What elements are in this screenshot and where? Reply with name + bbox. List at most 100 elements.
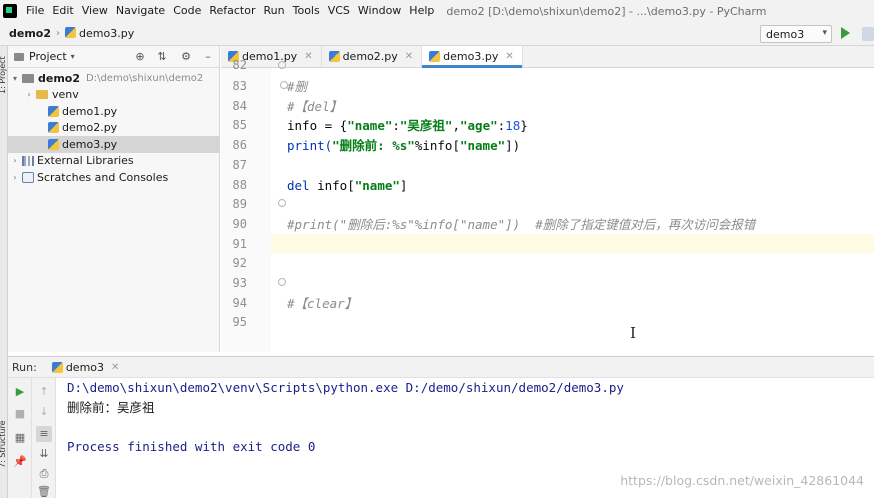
menu-run[interactable]: Run xyxy=(260,0,289,22)
code-line[interactable]: #【clear】 xyxy=(287,294,357,313)
collapse-all-icon[interactable]: ⇅ xyxy=(156,51,168,63)
menu-navigate[interactable]: Navigate xyxy=(112,0,169,22)
code-line[interactable]: info = {"name":"吴彦祖","age":18} xyxy=(287,116,528,135)
code-token: "name" xyxy=(459,138,506,154)
breadcrumb-separator-icon: › xyxy=(56,28,61,39)
left-tool-stripe: 1: Project 7: Structure xyxy=(0,46,8,498)
tree-item[interactable]: ▾ demo2 D:\demo\shixun\demo2 xyxy=(8,70,219,87)
tree-item[interactable]: demo3.py xyxy=(8,136,219,153)
console-line: D:\demo\shixun\demo2\venv\Scripts\python… xyxy=(67,380,624,395)
fold-marker-icon[interactable] xyxy=(278,277,286,286)
tree-item[interactable]: demo1.py xyxy=(8,103,219,120)
soft-wrap-icon[interactable]: ≡ xyxy=(36,426,52,442)
code-token: "age" xyxy=(460,118,498,134)
menu-vcs[interactable]: VCS xyxy=(324,0,354,22)
python-file-icon xyxy=(65,27,77,38)
editor-tab[interactable]: demo3.py ✕ xyxy=(422,46,523,68)
code-editor: demo1.py ✕ demo2.py ✕ demo3.py ✕ 82 83 84 85 86 87… xyxy=(221,46,874,352)
menu-edit[interactable]: Edit xyxy=(48,0,77,22)
run-tab[interactable]: demo3 ✕ xyxy=(47,361,125,374)
close-icon[interactable]: ✕ xyxy=(405,51,413,62)
close-icon[interactable]: ✕ xyxy=(304,51,312,62)
arrow-up-icon[interactable]: ↑ xyxy=(36,384,52,400)
code-token: %info[ xyxy=(414,138,460,154)
menu-view[interactable]: View xyxy=(78,0,112,22)
code-token: ] xyxy=(399,177,408,193)
breadcrumb-file[interactable]: demo3.py xyxy=(62,27,137,40)
menu-file[interactable]: File xyxy=(22,0,48,22)
editor-tab-bar: demo1.py ✕ demo2.py ✕ demo3.py ✕ xyxy=(221,46,874,68)
editor-tab-label: demo3.py xyxy=(443,50,499,63)
line-number: 95 xyxy=(232,315,247,330)
code-area[interactable]: #删 #【del】 info = {"name":"吴彦祖","age":18} pr… xyxy=(271,68,874,352)
console-line: 删除前：吴彦祖 xyxy=(67,399,155,415)
menu-help[interactable]: Help xyxy=(405,0,438,22)
project-panel-title[interactable]: Project xyxy=(29,50,67,63)
code-line[interactable]: del info["name"] xyxy=(287,176,407,195)
locate-target-icon[interactable]: ⊕ xyxy=(134,51,146,63)
code-token: "吴彦祖" xyxy=(399,118,453,134)
fold-marker-icon[interactable] xyxy=(278,61,286,69)
arrow-down-icon[interactable]: ↓ xyxy=(36,404,52,420)
menu-window[interactable]: Window xyxy=(354,0,405,22)
tree-item[interactable]: demo2.py xyxy=(8,120,219,137)
tree-item-label: venv xyxy=(52,88,79,102)
tree-item-label: demo2 xyxy=(38,71,81,85)
close-icon[interactable]: ✕ xyxy=(111,362,119,373)
code-line[interactable]: print("删除前: %s"%info["name"]) xyxy=(287,136,520,155)
run-play-icon[interactable] xyxy=(841,27,850,39)
code-line[interactable]: #print("删除后:%s"%info["name"]) #删除了指定键值对后… xyxy=(287,215,755,234)
code-token: #【clear】 xyxy=(287,295,358,311)
python-file-icon xyxy=(328,51,340,62)
stop-icon[interactable]: ■ xyxy=(12,406,28,422)
scroll-to-end-icon[interactable]: ⇊ xyxy=(36,446,52,462)
code-token: , xyxy=(452,118,460,134)
tree-item[interactable]: › venv xyxy=(8,87,219,104)
chevron-down-icon: ▾ xyxy=(822,28,827,38)
folder-icon xyxy=(36,90,48,100)
menu-refactor[interactable]: Refactor xyxy=(205,0,259,22)
pin-icon[interactable]: 📌 xyxy=(12,454,28,470)
gear-icon[interactable]: ⚙ xyxy=(180,51,192,63)
chevron-down-icon[interactable]: ▾ xyxy=(71,52,75,61)
tree-toggle-icon[interactable]: › xyxy=(10,156,20,165)
run-panel-label: Run: xyxy=(12,360,37,374)
code-token: } xyxy=(520,118,528,134)
breadcrumb-file-label: demo3.py xyxy=(79,27,135,40)
tree-item-label: demo1.py xyxy=(62,104,118,118)
line-number-gutter: 82 83 84 85 86 87 88 89 90 91 92 93 94 95 xyxy=(221,58,271,352)
project-panel: Project ▾ ⊕ ⇅ ⚙ – ▾ demo2 D:\demo\shixun\d… xyxy=(8,46,220,352)
breadcrumb-project[interactable]: demo2 xyxy=(6,27,54,40)
tree-item[interactable]: › Scratches and Consoles xyxy=(8,169,219,186)
pycharm-logo-icon xyxy=(3,4,17,18)
fold-marker-icon[interactable] xyxy=(278,198,286,207)
hide-panel-icon[interactable]: – xyxy=(202,51,214,63)
close-icon[interactable]: ✕ xyxy=(505,51,513,62)
code-line[interactable]: #【del】 xyxy=(287,97,342,116)
code-token: info[ xyxy=(317,177,355,193)
tree-toggle-icon[interactable]: › xyxy=(24,90,34,99)
tree-item[interactable]: › External Libraries xyxy=(8,153,219,170)
scratches-icon xyxy=(22,171,34,183)
line-number: 85 xyxy=(232,118,247,133)
run-configuration-dropdown[interactable]: demo3 ▾ xyxy=(760,25,832,43)
tree-toggle-icon[interactable]: ▾ xyxy=(10,74,20,83)
fold-marker-icon[interactable] xyxy=(280,80,288,89)
rerun-icon[interactable]: ▶ xyxy=(12,384,28,400)
print-icon[interactable]: ⎙ xyxy=(36,466,52,482)
editor-tab[interactable]: demo2.py ✕ xyxy=(322,46,423,67)
line-number: 91 xyxy=(232,236,247,251)
menu-tools[interactable]: Tools xyxy=(289,0,324,22)
line-number: 93 xyxy=(232,276,247,290)
window-title: demo2 [D:\demo\shixun\demo2] - ...\demo3… xyxy=(446,4,767,18)
project-panel-header: Project ▾ ⊕ ⇅ ⚙ – xyxy=(8,46,219,68)
code-line[interactable]: #删 xyxy=(287,77,307,96)
tree-toggle-icon[interactable]: › xyxy=(10,173,20,182)
editor-tab-label: demo1.py xyxy=(242,50,298,63)
python-file-icon xyxy=(48,138,59,150)
debug-icon[interactable] xyxy=(862,27,874,41)
line-number: 90 xyxy=(232,216,247,231)
layout-icon[interactable]: ▦ xyxy=(12,430,28,446)
menu-code[interactable]: Code xyxy=(169,0,205,22)
trash-icon[interactable]: 🗑 xyxy=(36,484,52,498)
